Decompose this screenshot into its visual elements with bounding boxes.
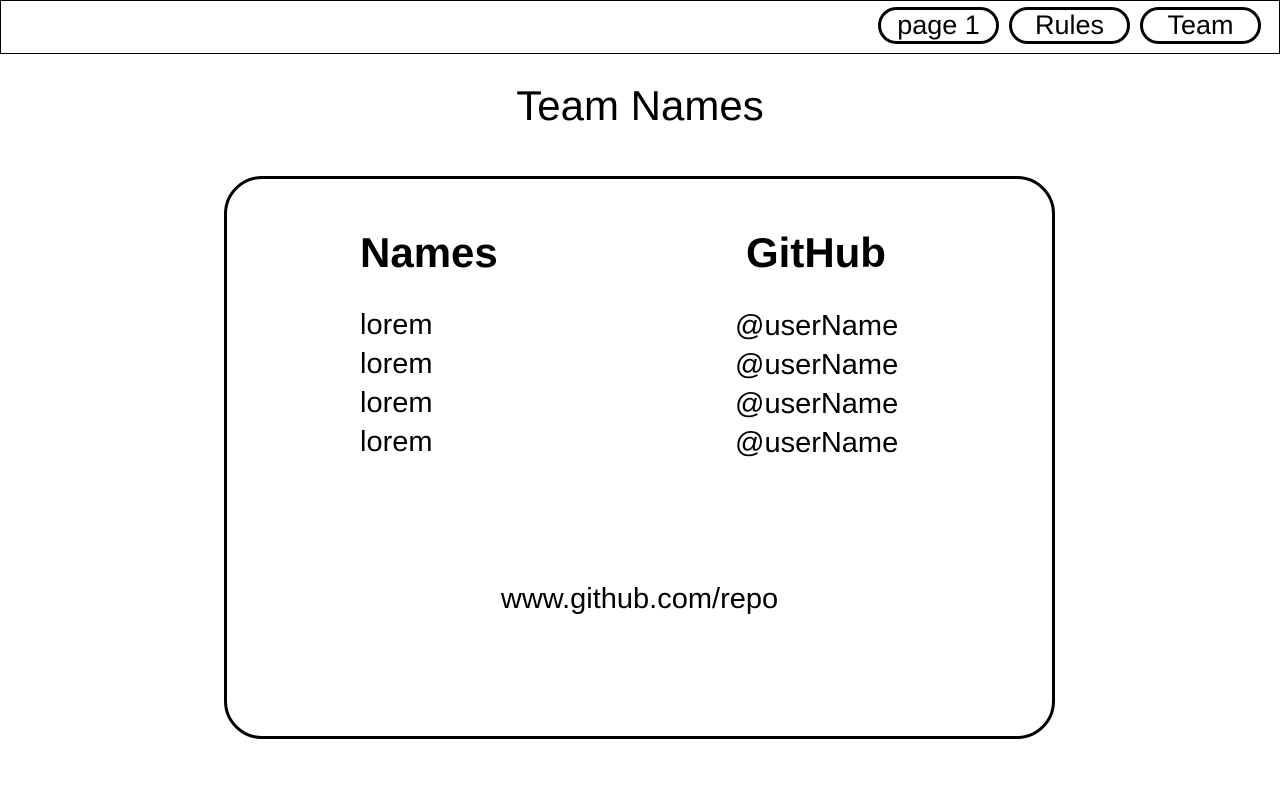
nav-team-button[interactable]: Team: [1140, 7, 1261, 44]
team-member-name: lorem: [360, 348, 433, 380]
nav-rules-button[interactable]: Rules: [1009, 7, 1130, 44]
team-card: Names GitHub lorem lorem lorem lorem @us…: [224, 176, 1055, 739]
github-username: @userName: [735, 349, 899, 381]
github-username: @userName: [735, 310, 899, 342]
github-column-heading: GitHub: [746, 229, 886, 276]
github-username: @userName: [735, 388, 899, 420]
github-username: @userName: [735, 427, 899, 459]
github-repo-link[interactable]: www.github.com/repo: [227, 581, 1052, 617]
nav-page1-button[interactable]: page 1: [878, 7, 999, 44]
github-usernames-list: @userName @userName @userName @userName: [735, 307, 898, 463]
team-member-name: lorem: [360, 309, 433, 341]
page-title: Team Names: [516, 82, 764, 129]
top-nav-bar: page 1 Rules Team: [0, 0, 1280, 54]
team-member-name: lorem: [360, 426, 433, 458]
names-list: lorem lorem lorem lorem: [360, 306, 433, 462]
team-member-name: lorem: [360, 387, 433, 419]
names-column-heading: Names: [360, 229, 498, 276]
